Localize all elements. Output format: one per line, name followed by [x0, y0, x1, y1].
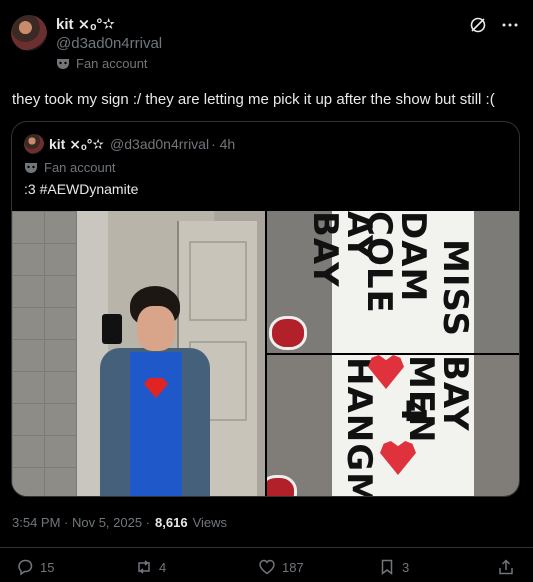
- sign-photo-top[interactable]: MISS DAM COLE AY BAY: [267, 211, 519, 353]
- share-button[interactable]: [497, 558, 515, 576]
- more-icon[interactable]: [501, 16, 519, 39]
- tweet-meta: 3:54 PM · Nov 5, 2025 · 8,616 Views: [12, 515, 227, 530]
- repost-icon: [138, 560, 150, 574]
- media-grid: MISS DAM COLE AY BAY BAY MEN 4 HANGMAN: [12, 211, 519, 497]
- heart-drawing: [380, 441, 416, 475]
- top-icons: [469, 16, 519, 39]
- phone: [102, 314, 122, 344]
- sign-line: HANGMAN: [339, 357, 379, 497]
- tweet-text: they took my sign :/ they are letting me…: [12, 91, 495, 108]
- quote-avatar[interactable]: [24, 134, 44, 154]
- like-icon: [259, 559, 275, 575]
- bookmark-count: 3: [402, 559, 410, 575]
- reply-icon: [18, 559, 33, 576]
- sneaker: [267, 475, 297, 496]
- blue-shirt: [130, 352, 182, 496]
- quote-header: kit ⨯ₒ°✫ @d3ad0n4rrival · 4h: [49, 136, 235, 153]
- mask-icon: [24, 162, 38, 174]
- like-count: 187: [282, 559, 304, 575]
- bookmark-icon: [381, 559, 393, 576]
- author-avatar[interactable]: [11, 15, 47, 51]
- repost-count: 4: [159, 559, 167, 575]
- quote-fan-badge: Fan account: [24, 160, 116, 175]
- bookmark-button[interactable]: 3: [378, 558, 409, 576]
- author-handle[interactable]: @d3ad0n4rrival: [56, 35, 162, 52]
- quote-time[interactable]: · 4h: [211, 136, 235, 153]
- sign-line: MISS: [435, 239, 475, 337]
- fan-account-label: Fan account: [76, 56, 148, 71]
- fan-account-badge: Fan account: [56, 56, 148, 71]
- tweet-time[interactable]: 3:54 PM · Nov 5, 2025 ·: [12, 515, 150, 530]
- quoted-tweet[interactable]: kit ⨯ₒ°✫ @d3ad0n4rrival · 4h Fan account…: [11, 121, 520, 497]
- face: [137, 306, 175, 351]
- quote-author-name[interactable]: kit ⨯ₒ°✫: [49, 136, 104, 153]
- sneaker: [269, 316, 307, 350]
- repost-button[interactable]: 4: [135, 558, 166, 576]
- reply-button[interactable]: 15: [16, 558, 54, 576]
- sign-paper: BAY MEN 4 HANGMAN: [332, 355, 475, 497]
- sign-line: 4: [393, 399, 433, 424]
- person: [82, 286, 212, 496]
- view-label: Views: [192, 515, 228, 530]
- quote-text: :3 #AEWDynamite: [24, 181, 139, 197]
- sign-photo-bottom[interactable]: BAY MEN 4 HANGMAN: [267, 355, 519, 497]
- view-count: 8,616: [155, 515, 188, 530]
- share-icon: [499, 559, 513, 575]
- mirror-selfie-photo[interactable]: [12, 211, 265, 496]
- mask-icon: [56, 58, 70, 70]
- author-name[interactable]: kit ⨯ₒ°✫: [56, 15, 115, 33]
- reply-count: 15: [40, 559, 55, 575]
- like-button[interactable]: 187: [258, 558, 304, 576]
- quote-author-handle[interactable]: @d3ad0n4rrival: [110, 136, 209, 153]
- sign-paper: MISS DAM COLE AY BAY: [305, 211, 475, 353]
- action-bar: 15 4 187 3: [0, 547, 533, 582]
- grok-icon[interactable]: [469, 16, 487, 39]
- sign-line: AY BAY: [305, 211, 379, 288]
- quote-fan-label: Fan account: [44, 160, 116, 175]
- wall-tiles: [12, 211, 77, 496]
